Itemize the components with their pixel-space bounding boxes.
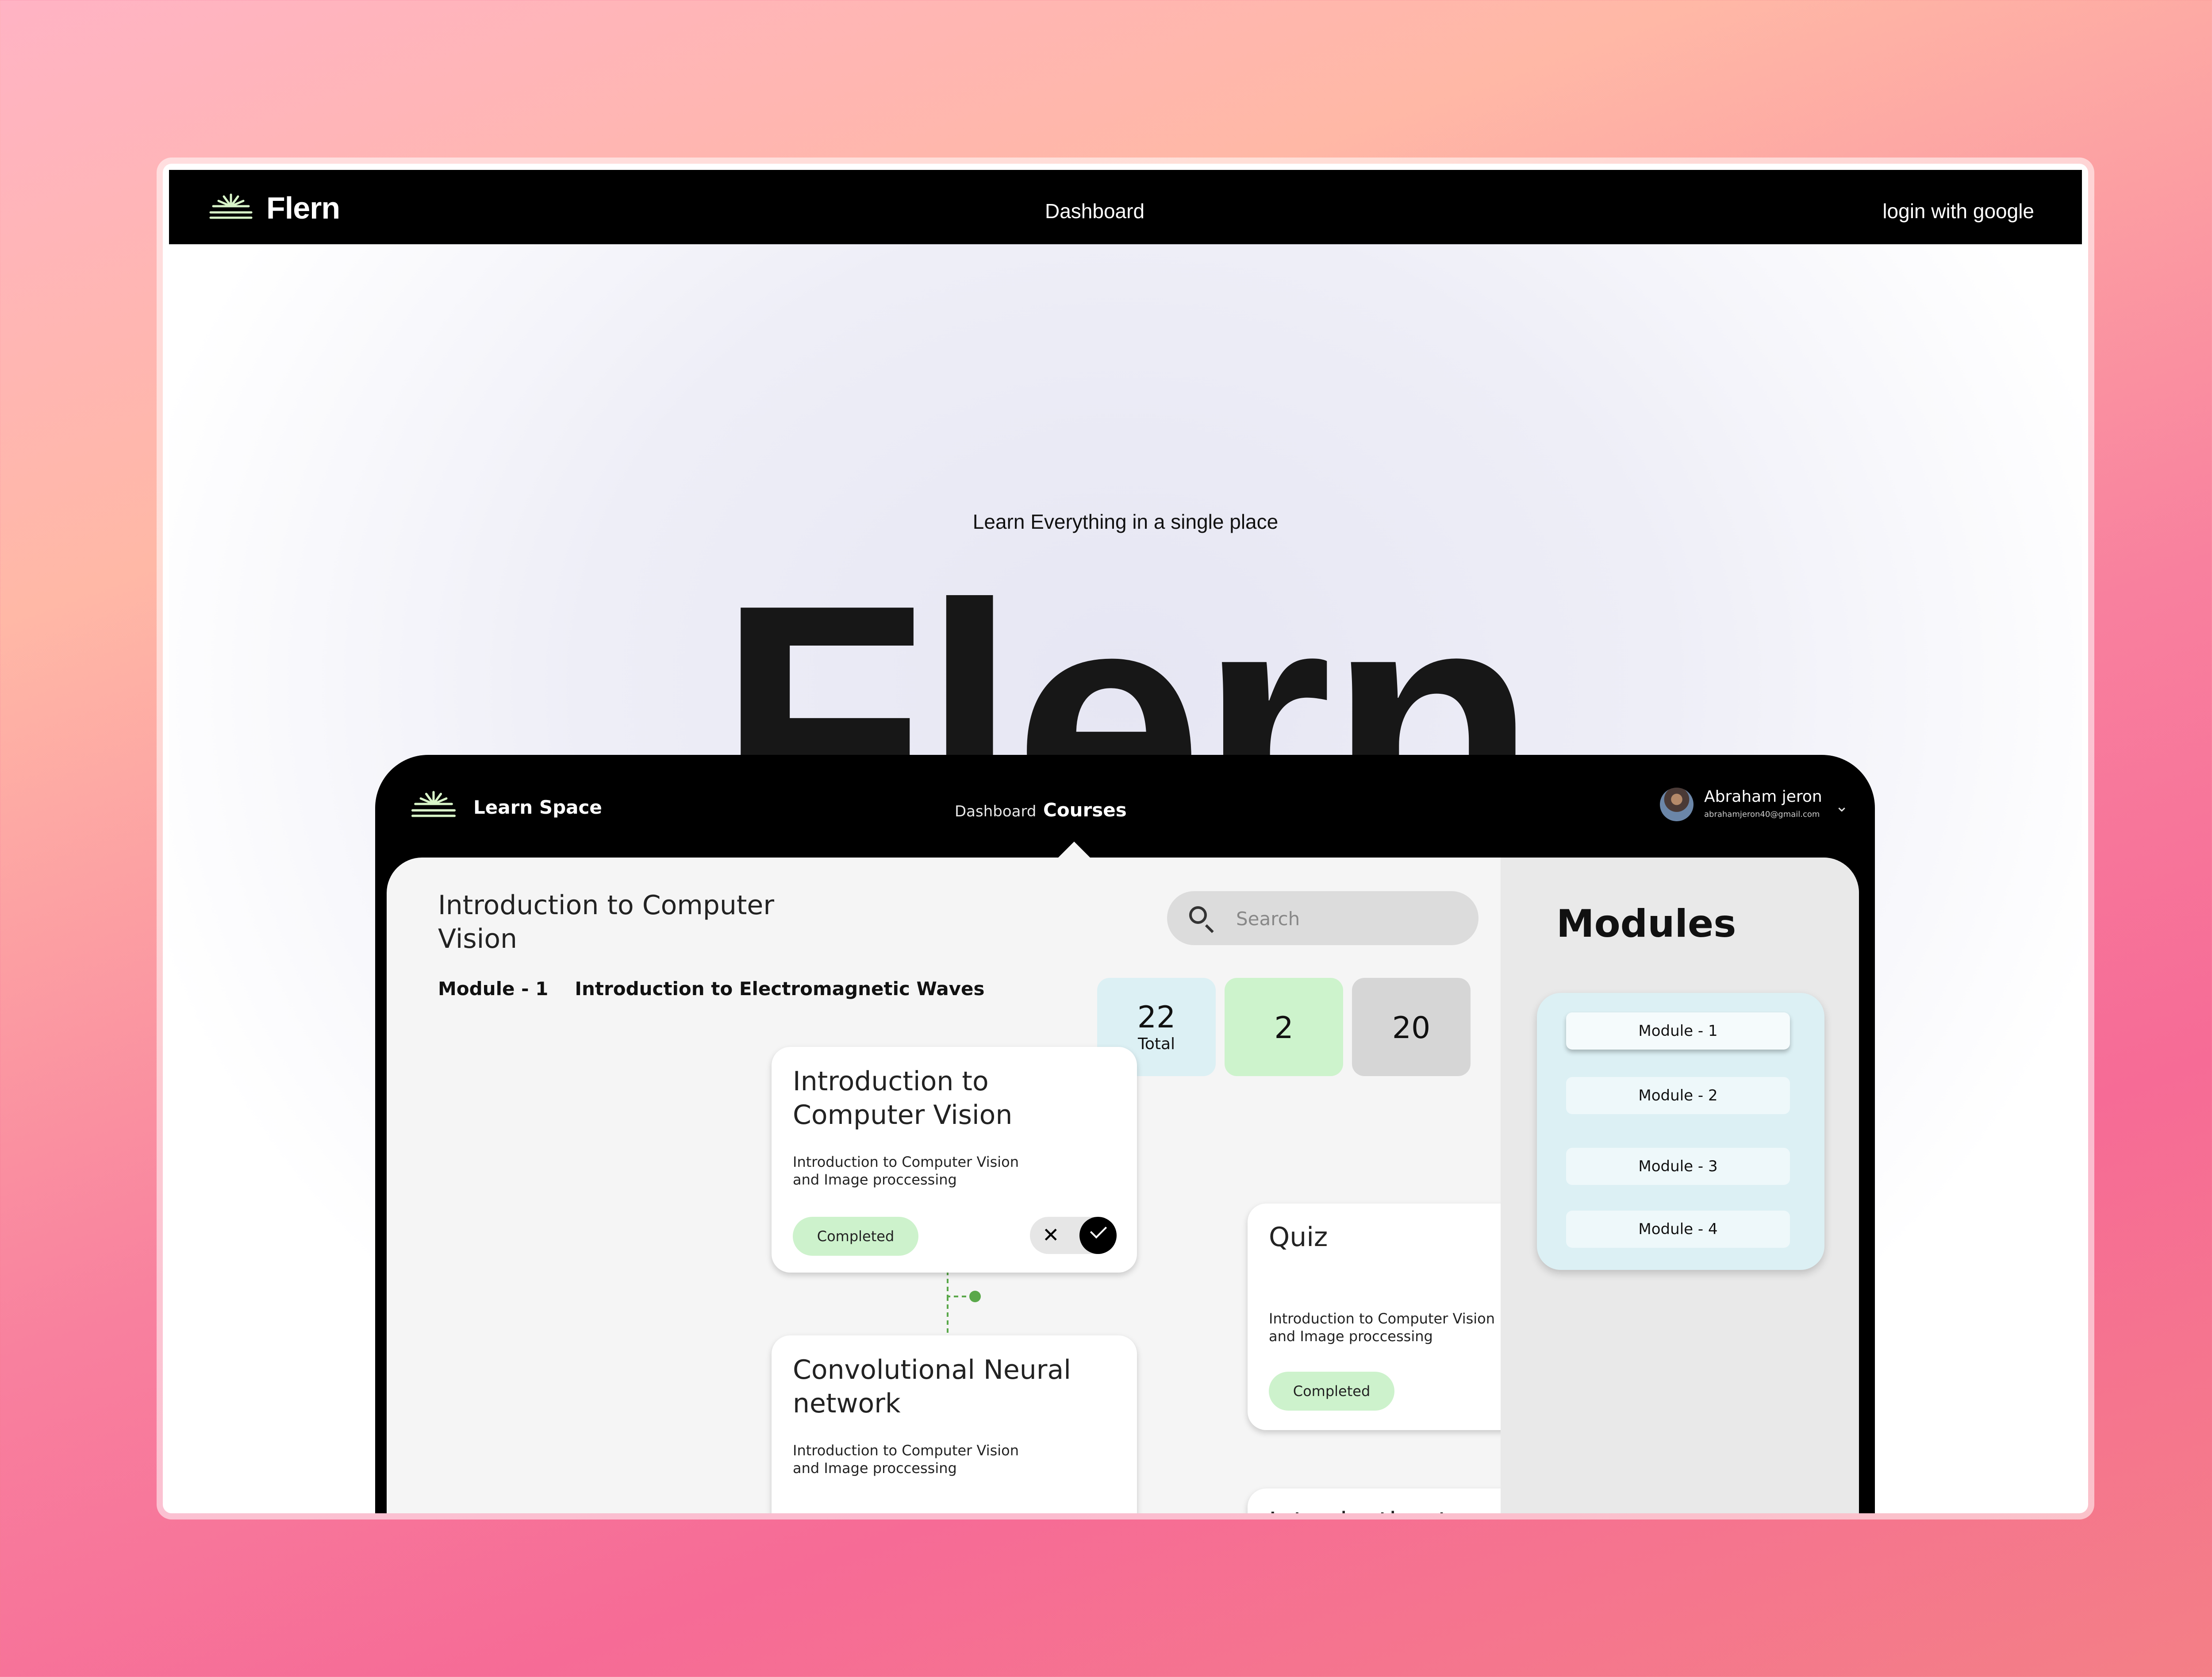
status-badge: Completed <box>1269 1372 1394 1411</box>
card-title: Convolutional Neural network <box>793 1354 1071 1419</box>
app-header: Learn Space Dashboard Courses Abraham je… <box>375 755 1875 859</box>
app-brand[interactable]: Learn Space <box>473 796 602 818</box>
modules-list: Module - 1 Module - 2 Module - 3 Module … <box>1537 993 1824 1270</box>
status-badge: Completed <box>793 1217 918 1256</box>
module-item-1[interactable]: Module - 1 <box>1566 1012 1790 1050</box>
app-nav-dashboard[interactable]: Dashboard <box>955 803 1036 820</box>
login-google-link[interactable]: login with google <box>1882 199 2034 223</box>
active-nav-indicator <box>1056 842 1092 859</box>
modules-title: Modules <box>1556 902 1736 946</box>
card-title: Introduction to Computer Vision <box>793 1066 1013 1131</box>
browser-frame: Flern Dashboard login with google Learn … <box>163 164 2088 1513</box>
lesson-card[interactable]: Introduction to Computer Vision Introduc… <box>772 1047 1137 1273</box>
module-item-2[interactable]: Module - 2 <box>1566 1077 1790 1114</box>
connector-node <box>969 1291 981 1302</box>
user-email: abrahamjeron40@gmail.com <box>1704 810 1820 819</box>
nav-dashboard-link[interactable]: Dashboard <box>1045 199 1144 223</box>
app-preview-window: Learn Space Dashboard Courses Abraham je… <box>375 755 1875 1513</box>
site-brand[interactable]: Flern <box>266 190 340 226</box>
card-description: Introduction to Computer Vision and Imag… <box>1269 1310 1495 1345</box>
lesson-card[interactable]: Convolutional Neural network Introductio… <box>772 1335 1137 1513</box>
module-item-3[interactable]: Module - 3 <box>1566 1148 1790 1185</box>
check-icon[interactable] <box>1079 1217 1117 1254</box>
module-item-4[interactable]: Module - 4 <box>1566 1211 1790 1248</box>
hero-tagline: Learn Everything in a single place <box>972 510 1279 533</box>
app-nav-courses[interactable]: Courses <box>1043 799 1127 821</box>
course-content: Introduction to Computer Vision Module -… <box>387 858 1859 1513</box>
sunrise-logo-icon <box>411 791 456 817</box>
close-icon[interactable]: ✕ <box>1042 1223 1060 1247</box>
avatar[interactable] <box>1660 788 1694 821</box>
user-name: Abraham jeron <box>1704 788 1822 806</box>
sunrise-logo-icon <box>209 193 253 219</box>
modules-sidebar: Modules Module - 1 Module - 2 Module - 3… <box>1501 858 1859 1513</box>
complete-toggle[interactable]: ✕ <box>1030 1217 1117 1254</box>
site-topbar: Flern Dashboard login with google <box>169 170 2082 244</box>
chevron-down-icon[interactable]: ⌄ <box>1835 797 1848 815</box>
card-description: Introduction to Computer Vision and Imag… <box>793 1154 1019 1188</box>
card-description: Introduction to Computer Vision and Imag… <box>793 1442 1019 1477</box>
